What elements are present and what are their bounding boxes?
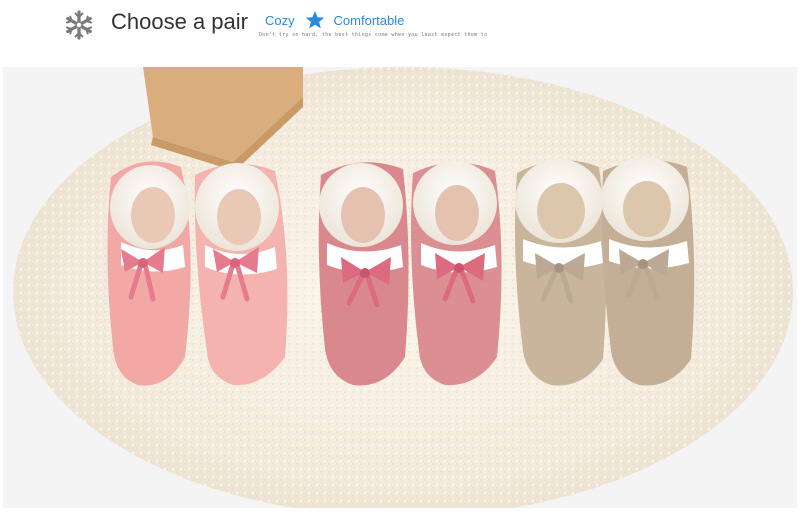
snowflake-icon xyxy=(66,10,92,40)
star-icon xyxy=(305,11,325,29)
tagline: Don't try so hard, the best things come … xyxy=(259,32,488,38)
product-photo xyxy=(3,67,797,508)
feature-tags: Cozy Comfortable xyxy=(265,10,404,32)
product-header: Choose a pair Cozy Comfortable Don't try… xyxy=(0,0,800,64)
tag-cozy: Cozy xyxy=(265,12,295,28)
page-title: Choose a pair xyxy=(111,9,248,34)
tag-comfortable: Comfortable xyxy=(333,12,405,28)
